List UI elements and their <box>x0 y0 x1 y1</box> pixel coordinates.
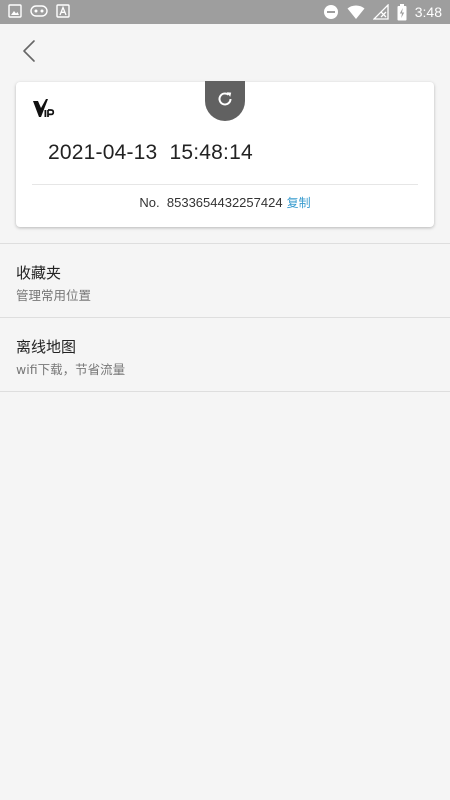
battery-charging-icon <box>397 3 407 21</box>
status-bar: 3:48 <box>0 0 450 24</box>
list-item-subtitle: wifi下载，节省流量 <box>16 362 126 377</box>
status-bar-right: 3:48 <box>323 3 442 21</box>
refresh-button[interactable] <box>205 81 245 121</box>
image-icon <box>8 4 22 18</box>
list-item-favorites[interactable]: 收藏夹 管理常用位置 <box>0 243 450 317</box>
screen: 3:48 2021-04-13 15:48:14 No. 85336544322… <box>0 0 450 800</box>
list-item-subtitle: 管理常用位置 <box>16 288 92 303</box>
list-item-title: 离线地图 <box>16 338 77 356</box>
wifi-icon <box>347 4 365 20</box>
no-signal-icon <box>372 4 389 20</box>
copy-button[interactable]: 复制 <box>287 196 311 210</box>
list-item-title: 收藏夹 <box>16 264 62 282</box>
chevron-left-icon <box>22 39 36 67</box>
do-not-disturb-icon <box>323 4 339 20</box>
app-font-icon <box>56 4 70 18</box>
vip-logo <box>32 98 58 120</box>
card-number-row: No. 8533654432257424 复制 <box>16 194 434 211</box>
refresh-icon <box>216 90 234 112</box>
vip-card: 2021-04-13 15:48:14 No. 8533654432257424… <box>16 81 434 227</box>
list-item-offline-map[interactable]: 离线地图 wifi下载，节省流量 <box>0 317 450 392</box>
card-divider <box>32 184 418 185</box>
game-controller-icon <box>30 4 48 18</box>
card-number: 8533654432257424 <box>166 195 283 210</box>
menu-list: 收藏夹 管理常用位置 离线地图 wifi下载，节省流量 <box>0 243 450 392</box>
status-bar-left <box>8 4 70 18</box>
datetime-text: 2021-04-13 15:48:14 <box>48 141 253 164</box>
top-bar <box>0 24 450 80</box>
number-label: No. <box>139 195 160 210</box>
back-button[interactable] <box>14 38 44 68</box>
status-bar-time: 3:48 <box>414 4 442 20</box>
